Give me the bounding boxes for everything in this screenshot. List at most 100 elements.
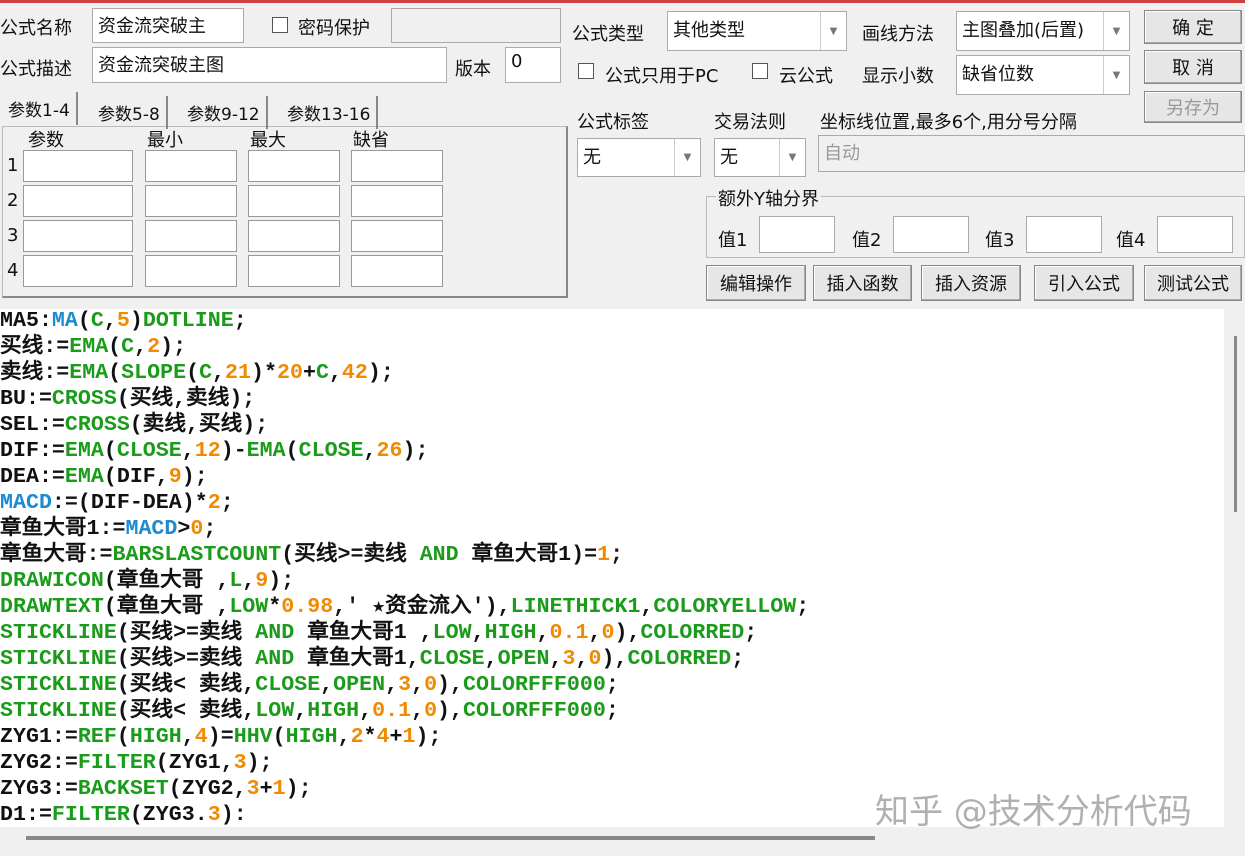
tab-params-1-4[interactable]: 参数1-4 xyxy=(2,92,78,125)
code-token: , xyxy=(212,362,226,385)
code-token: , xyxy=(471,622,485,645)
code-token: ), xyxy=(614,622,641,645)
draw-method-value: 主图叠加(后置) xyxy=(962,20,1085,41)
param-cell-c0[interactable] xyxy=(23,185,133,217)
code-token: BU:= xyxy=(0,388,52,411)
y-value-input[interactable] xyxy=(1157,216,1233,253)
code-token: SLOPE xyxy=(121,362,187,385)
param-cell-c2[interactable] xyxy=(248,255,340,287)
formula-name-input[interactable]: 资金流突破主 xyxy=(92,8,244,43)
y-value-input[interactable] xyxy=(893,216,969,253)
formula-desc-input[interactable]: 资金流突破主图 xyxy=(92,47,447,83)
code-token: 2 xyxy=(350,726,364,749)
code-token: , xyxy=(328,362,342,385)
param-cell-c3[interactable] xyxy=(351,255,443,287)
param-row-number: 4 xyxy=(7,260,19,281)
ok-button[interactable]: 确 定 xyxy=(1144,10,1242,44)
param-cell-c2[interactable] xyxy=(248,220,340,252)
code-token: MA xyxy=(51,310,78,333)
code-token: ; xyxy=(203,518,217,541)
code-token: 5 xyxy=(116,310,130,333)
code-token: )* xyxy=(251,362,277,385)
code-token: L xyxy=(229,570,243,593)
code-token: HIGH xyxy=(285,726,338,749)
code-token: LINETHICK1 xyxy=(510,596,641,619)
password-input[interactable] xyxy=(391,8,561,43)
col-default: 缺省 xyxy=(353,130,389,151)
cloud-checkbox[interactable] xyxy=(752,63,768,79)
code-token: COLORFFF000 xyxy=(463,674,606,697)
code-token: 章鱼大哥1 , xyxy=(294,622,433,645)
param-cell-c1[interactable] xyxy=(145,255,237,287)
param-cell-c1[interactable] xyxy=(145,220,237,252)
chevron-down-icon: ▼ xyxy=(779,139,805,176)
code-token: , xyxy=(411,700,425,723)
formula-tag-select[interactable]: 无 ▼ xyxy=(577,138,701,177)
tab-params-9-12[interactable]: 参数9-12 xyxy=(181,96,268,129)
code-token: ( xyxy=(108,336,122,359)
action-button[interactable]: 测试公式 xyxy=(1144,265,1242,301)
code-token: (章鱼大哥 , xyxy=(103,596,230,619)
action-button[interactable]: 编辑操作 xyxy=(706,265,806,301)
code-token: AND xyxy=(255,648,295,671)
param-row-number: 3 xyxy=(7,225,19,246)
password-checkbox[interactable] xyxy=(272,17,288,33)
action-button[interactable]: 插入资源 xyxy=(921,265,1021,301)
param-cell-c0[interactable] xyxy=(23,255,133,287)
save-as-button[interactable]: 另存为 xyxy=(1144,91,1242,123)
col-min: 最小 xyxy=(147,130,183,151)
param-cell-c0[interactable] xyxy=(23,150,133,182)
y-value-label: 值4 xyxy=(1116,230,1146,251)
formula-type-select[interactable]: 其他类型 ▼ xyxy=(667,11,847,51)
code-token: EMA xyxy=(69,362,109,385)
code-token: (买线>=卖线 xyxy=(116,622,256,645)
vertical-scrollbar[interactable] xyxy=(1234,336,1237,512)
col-max: 最大 xyxy=(250,130,286,151)
code-token: CROSS xyxy=(51,388,117,411)
pc-only-label: 公式只用于PC xyxy=(605,66,719,87)
param-cell-c0[interactable] xyxy=(23,220,133,252)
code-token: HIGH xyxy=(129,726,182,749)
pc-only-checkbox[interactable] xyxy=(578,63,594,79)
code-token: 42 xyxy=(341,362,368,385)
param-cell-c1[interactable] xyxy=(145,185,237,217)
param-cell-c3[interactable] xyxy=(351,185,443,217)
horizontal-scrollbar[interactable] xyxy=(26,836,875,840)
draw-method-select[interactable]: 主图叠加(后置) ▼ xyxy=(956,11,1130,51)
action-button[interactable]: 插入函数 xyxy=(813,265,912,301)
code-token: 1 xyxy=(272,778,286,801)
chevron-down-icon: ▼ xyxy=(1103,56,1129,94)
code-token: 3 xyxy=(246,778,260,801)
formula-type-value: 其他类型 xyxy=(673,20,745,41)
code-token: ); xyxy=(367,362,394,385)
code-token: , xyxy=(588,622,602,645)
param-cell-c2[interactable] xyxy=(248,185,340,217)
watermark: 知乎 @技术分析代码 xyxy=(875,792,1192,832)
action-button[interactable]: 引入公式 xyxy=(1034,265,1134,301)
cancel-button[interactable]: 取 消 xyxy=(1144,50,1242,84)
code-token: , xyxy=(134,336,148,359)
y-value-input[interactable] xyxy=(1026,216,1102,253)
param-cell-c1[interactable] xyxy=(145,150,237,182)
code-token: ; xyxy=(605,674,619,697)
code-editor[interactable]: MA5:MA(C,5)DOTLINE; 买线:=EMA(C,2); 卖线:=EMA(… xyxy=(0,309,1224,827)
code-token: LOW xyxy=(432,622,472,645)
axis-line-input[interactable]: 自动 xyxy=(818,135,1245,172)
tab-params-13-16[interactable]: 参数13-16 xyxy=(281,96,379,129)
param-cell-c3[interactable] xyxy=(351,220,443,252)
trade-rule-select[interactable]: 无 ▼ xyxy=(714,138,806,177)
param-cell-c3[interactable] xyxy=(351,150,443,182)
code-token: , xyxy=(181,726,195,749)
code-token: 0 xyxy=(601,622,615,645)
trade-rule-value: 无 xyxy=(720,147,738,168)
code-token: 4 xyxy=(194,726,208,749)
code-token: , xyxy=(181,440,195,463)
param-cell-c2[interactable] xyxy=(248,150,340,182)
decimals-select[interactable]: 缺省位数 ▼ xyxy=(956,55,1130,95)
tab-params-5-8[interactable]: 参数5-8 xyxy=(92,96,168,129)
y-value-input[interactable] xyxy=(759,216,835,253)
version-input[interactable]: 0 xyxy=(505,47,561,83)
code-token: ( xyxy=(186,362,200,385)
code-token: )- xyxy=(220,440,247,463)
code-token: AND xyxy=(255,622,295,645)
